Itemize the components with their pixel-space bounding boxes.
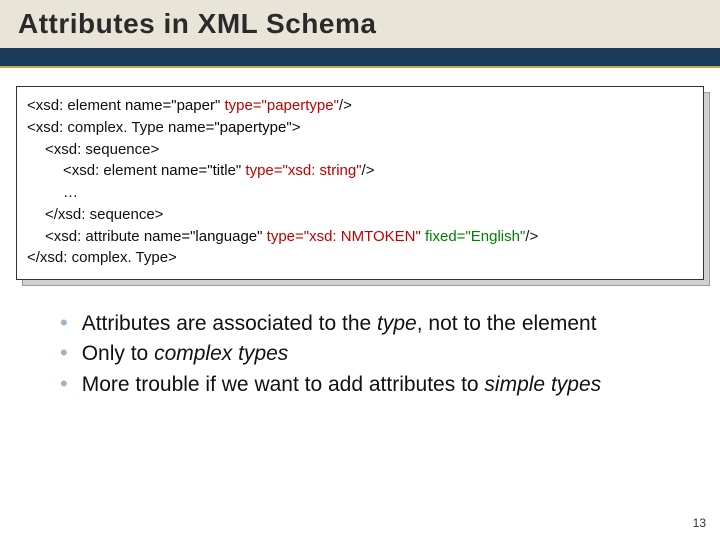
- header-accent-bar: [0, 48, 720, 68]
- bullet-icon: •: [60, 340, 68, 366]
- code-line: <xsd: attribute name="language" type="xs…: [27, 226, 693, 248]
- slide-header: Attributes in XML Schema: [0, 0, 720, 70]
- bullet-icon: •: [60, 310, 68, 336]
- code-line: …: [27, 182, 693, 204]
- code-box: <xsd: element name="paper" type="paperty…: [16, 86, 704, 280]
- bullet-text: Only to complex types: [82, 340, 289, 368]
- bullet-text: More trouble if we want to add attribute…: [82, 371, 601, 399]
- bullet-item: • More trouble if we want to add attribu…: [60, 371, 680, 399]
- code-line: </xsd: complex. Type>: [27, 247, 693, 269]
- code-line: <xsd: sequence>: [27, 139, 693, 161]
- slide-title: Attributes in XML Schema: [18, 8, 720, 40]
- code-line: </xsd: sequence>: [27, 204, 693, 226]
- code-block: <xsd: element name="paper" type="paperty…: [16, 86, 704, 280]
- code-line: <xsd: element name="title" type="xsd: st…: [27, 160, 693, 182]
- bullet-item: • Attributes are associated to the type,…: [60, 310, 680, 338]
- bullet-list: • Attributes are associated to the type,…: [60, 310, 680, 399]
- page-number: 13: [693, 516, 706, 530]
- header-top: Attributes in XML Schema: [0, 0, 720, 48]
- bullet-icon: •: [60, 371, 68, 397]
- bullet-text: Attributes are associated to the type, n…: [82, 310, 597, 338]
- code-line: <xsd: complex. Type name="papertype">: [27, 117, 693, 139]
- bullet-item: • Only to complex types: [60, 340, 680, 368]
- code-line: <xsd: element name="paper" type="paperty…: [27, 95, 693, 117]
